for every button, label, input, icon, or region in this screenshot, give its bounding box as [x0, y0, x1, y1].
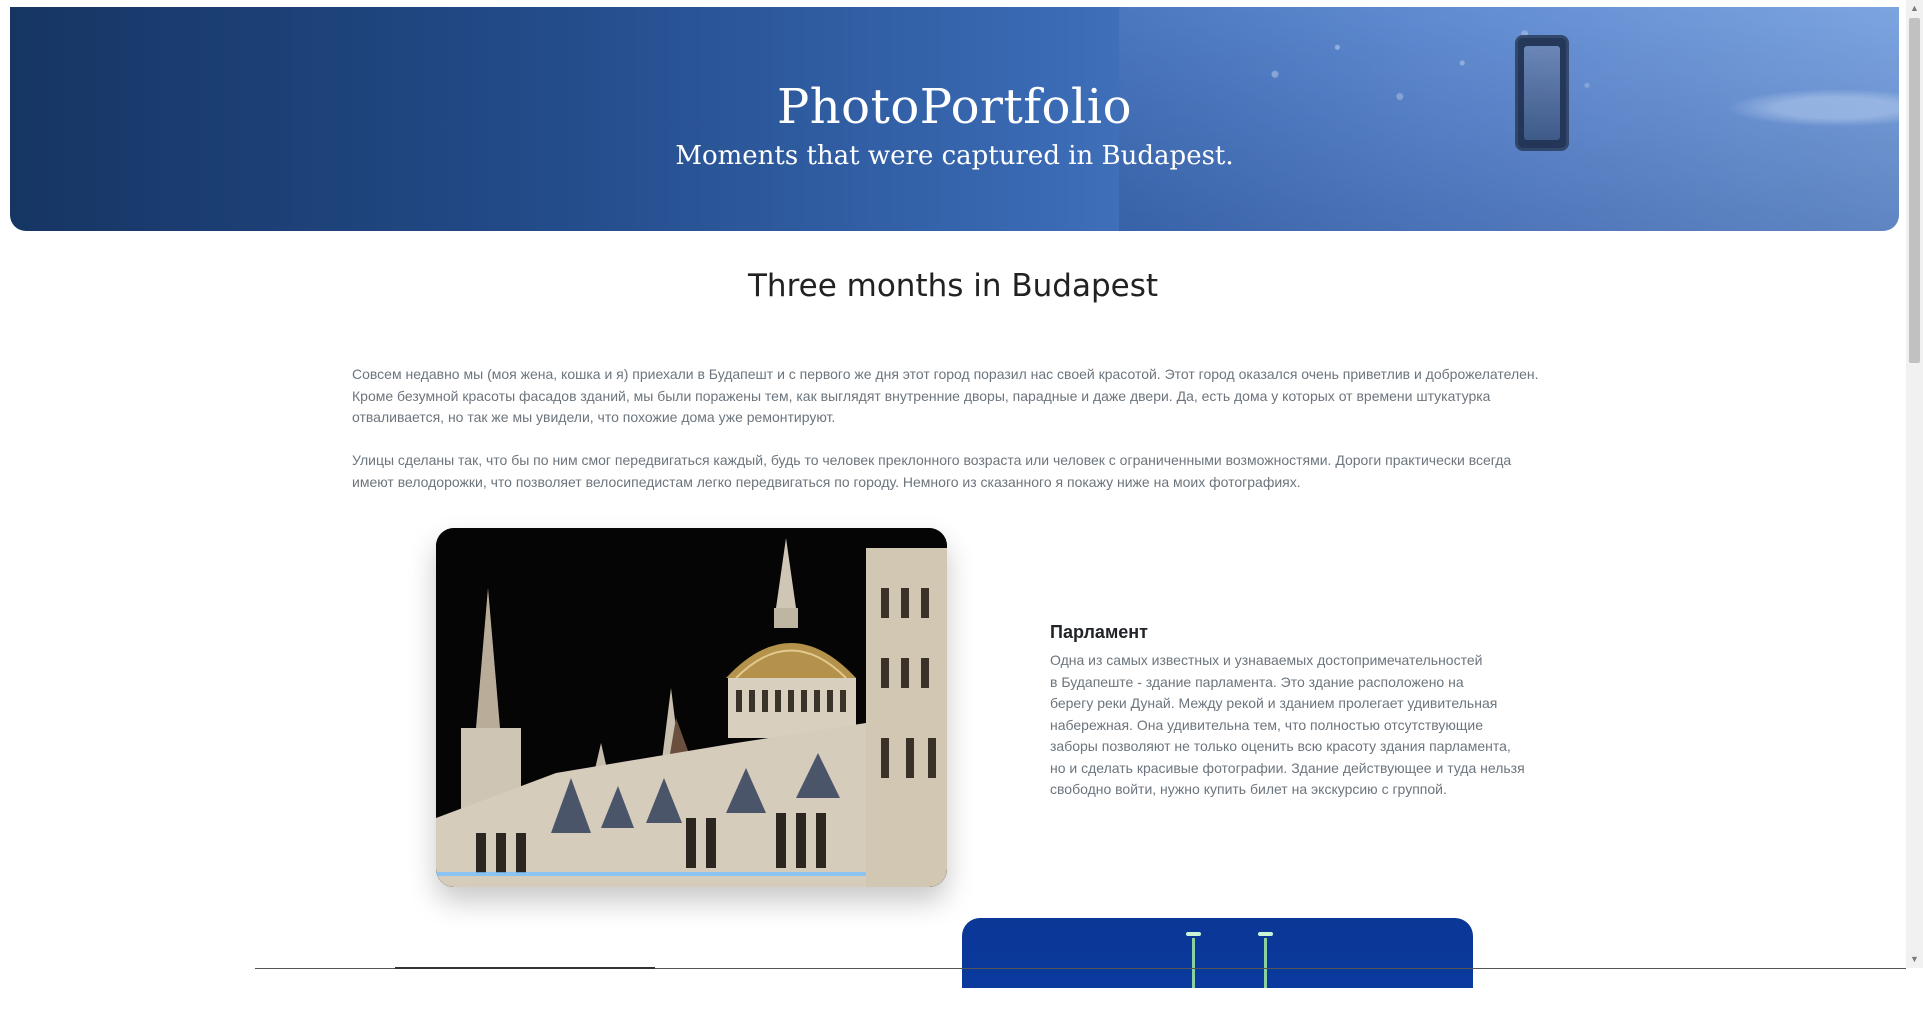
bottom-divider	[255, 967, 1906, 969]
intro-paragraph-text: Совсем недавно мы (моя жена, кошка и я) …	[352, 366, 1539, 425]
section-title: Three months in Budapest	[747, 268, 1159, 304]
vertical-scrollbar[interactable]: ▲ ▼	[1906, 0, 1923, 968]
gallery-item-title: Парламент	[1050, 622, 1148, 642]
site-title: PhotoPortfolio	[776, 79, 1133, 135]
intro-paragraph-1: Совсем недавно мы (моя жена, кошка и я) …	[352, 364, 1552, 429]
street-lamp-icon	[1186, 932, 1201, 988]
page: PhotoPortfolio Moments that were capture…	[0, 0, 1923, 1012]
scroll-up-icon[interactable]: ▲	[1906, 0, 1923, 17]
second-photo[interactable]	[962, 918, 1473, 988]
scroll-thumb[interactable]	[1909, 18, 1920, 363]
parliament-photo[interactable]	[436, 528, 947, 887]
site-subtitle: Moments that were captured in Budapest.	[675, 141, 1234, 171]
intro-paragraph-text: Улицы сделаны так, что бы по ним смог пе…	[352, 452, 1512, 490]
hero-header: PhotoPortfolio Moments that were capture…	[10, 7, 1899, 231]
intro-paragraph-2: Улицы сделаны так, что бы по ним смог пе…	[352, 450, 1552, 493]
parliament-illustration	[436, 528, 947, 887]
street-lamp-icon	[1258, 932, 1273, 988]
gallery-item-text: Одна из самых известных и узнаваемых дос…	[1050, 652, 1525, 797]
scroll-down-icon[interactable]: ▼	[1906, 951, 1923, 968]
